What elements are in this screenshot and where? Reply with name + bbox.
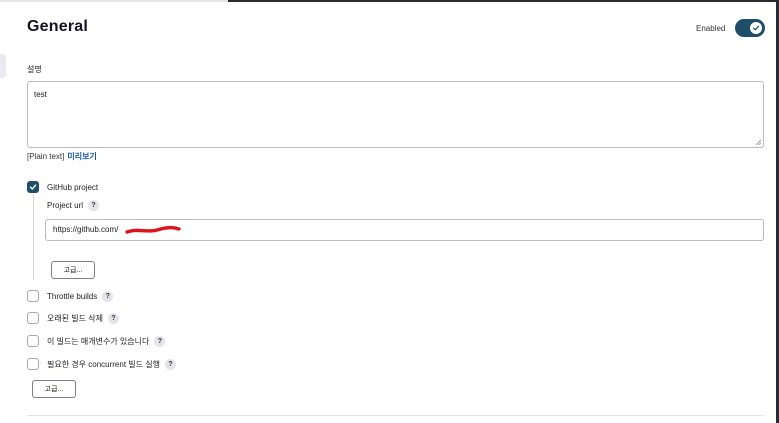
option-row-discard-old[interactable]: 오래된 빌드 삭제 ? xyxy=(27,311,119,325)
section-title: General xyxy=(27,18,88,35)
concurrent-builds-checkbox[interactable] xyxy=(27,358,39,370)
project-url-label: Project url xyxy=(47,200,84,210)
top-border-dark xyxy=(228,0,779,2)
concurrent-builds-label: 필요한 경우 concurrent 빌드 실행 xyxy=(47,359,160,369)
enabled-label: Enabled xyxy=(696,24,726,33)
description-textarea[interactable]: test xyxy=(27,81,764,148)
preview-link[interactable]: 미리보기 xyxy=(67,152,96,161)
help-icon[interactable]: ? xyxy=(107,312,119,324)
help-icon[interactable]: ? xyxy=(164,358,176,370)
help-icon[interactable]: ? xyxy=(154,335,166,347)
toggle-knob xyxy=(750,22,762,34)
help-icon[interactable]: ? xyxy=(102,290,114,302)
discard-old-builds-checkbox[interactable] xyxy=(27,312,39,324)
check-icon xyxy=(752,25,760,31)
option-row-concurrent[interactable]: 필요한 경우 concurrent 빌드 실행 ? xyxy=(27,357,176,371)
jenkins-config-panel: General Enabled 설명 test [Plain text] 미리보기… xyxy=(0,0,779,423)
option-row-throttle[interactable]: Throttle builds ? xyxy=(27,289,114,303)
redaction-mark xyxy=(125,225,181,234)
project-url-label-row: Project url ? xyxy=(47,198,100,212)
github-advanced-button[interactable]: 고급... xyxy=(51,261,95,279)
plain-text-label: [Plain text] xyxy=(27,152,65,161)
discard-old-builds-label: 오래된 빌드 삭제 xyxy=(47,313,103,323)
throttle-builds-label: Throttle builds xyxy=(47,291,98,301)
github-project-row[interactable]: GitHub project xyxy=(27,180,98,194)
parameterized-checkbox[interactable] xyxy=(27,335,39,347)
sidebar-tab[interactable] xyxy=(0,54,6,78)
description-value: test xyxy=(34,90,47,99)
checkmark-icon xyxy=(29,184,37,190)
github-project-checkbox[interactable] xyxy=(27,181,39,193)
description-format: [Plain text] 미리보기 xyxy=(27,151,97,162)
parameterized-label: 이 빌드는 매개변수가 있습니다 xyxy=(47,336,150,346)
project-url-value: https://github.com/ xyxy=(53,225,119,234)
throttle-builds-checkbox[interactable] xyxy=(27,290,39,302)
description-label: 설명 xyxy=(27,65,42,74)
section-divider xyxy=(27,415,764,416)
option-row-parameterized[interactable]: 이 빌드는 매개변수가 있습니다 ? xyxy=(27,334,166,348)
enabled-toggle[interactable] xyxy=(735,19,765,37)
github-project-label: GitHub project xyxy=(47,182,99,192)
resize-grip-icon[interactable] xyxy=(755,139,761,145)
help-icon[interactable]: ? xyxy=(88,199,100,211)
nested-indent-line xyxy=(33,195,34,280)
advanced-button[interactable]: 고급... xyxy=(32,380,76,398)
